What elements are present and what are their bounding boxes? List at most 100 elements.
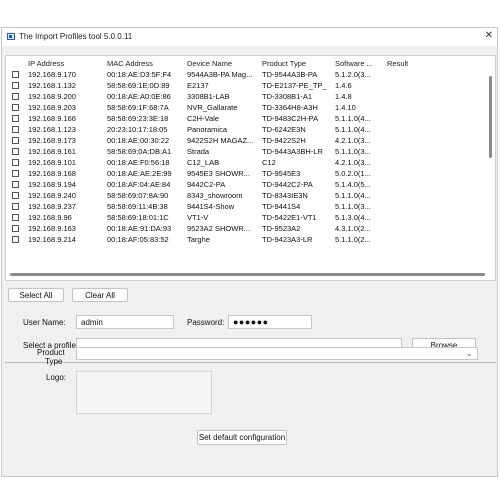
clear-all-button[interactable]: Clear All: [72, 288, 128, 302]
product-type-cell: TD-9483C2H-PA: [262, 114, 319, 123]
software-version-cell: 1.4.6: [335, 81, 352, 90]
device-name-cell: 9442C2-PA: [187, 180, 226, 189]
row-checkbox[interactable]: [12, 159, 19, 166]
device-name-cell: E2137: [187, 81, 209, 90]
table-row[interactable]: 192.168.9.166 58:58:69:23:3E:18 C2H-Vale TD…: [6, 113, 495, 124]
row-checkbox[interactable]: [12, 236, 19, 243]
software-version-cell: 4.2.1.0(3...: [335, 158, 371, 167]
table-row[interactable]: 192.168.9.96 58:58:69:18:01:1C VT1-V TD-542…: [6, 212, 495, 223]
software-version-cell: 5.1.1.0(4...: [335, 114, 371, 123]
mac-address-cell: 00:18:AE:A0:0E:86: [107, 92, 171, 101]
table-row[interactable]: 192.168.9.161 58:58:69:0A:DB:A1 Strada TD-9…: [6, 146, 495, 157]
ip-address-cell: 192.168.9.237: [28, 202, 76, 211]
row-checkbox[interactable]: [12, 137, 19, 144]
product-type-select[interactable]: ⌄: [76, 347, 478, 360]
table-row[interactable]: 192.168.9.101 00:18:AE:F0:56:18 C12_LAB C12…: [6, 157, 495, 168]
chevron-down-icon[interactable]: ⌄: [465, 348, 473, 359]
user-name-input[interactable]: admin: [76, 315, 174, 329]
table-row[interactable]: 192.168.9.237 58:58:69:11:4B:38 9441S4-Sho…: [6, 201, 495, 212]
ip-address-cell: 192.168.9.166: [28, 114, 76, 123]
set-default-configuration-button[interactable]: Set default configuration: [197, 430, 287, 445]
device-name-cell: 9523A2 SHOWR...: [187, 224, 250, 233]
software-version-cell: 4.2.1.0(3...: [335, 136, 371, 145]
software-version-cell: 5.1.1.0(4...: [335, 191, 371, 200]
row-checkbox[interactable]: [12, 225, 19, 232]
row-checkbox[interactable]: [12, 192, 19, 199]
row-checkbox[interactable]: [12, 214, 19, 221]
table-row[interactable]: 192.168.9.170 00:18:AE:D3:5F:F4 9544A3B-PA…: [6, 69, 495, 80]
device-name-cell: Strada: [187, 147, 210, 156]
row-checkbox[interactable]: [12, 93, 19, 100]
select-all-button[interactable]: Select All: [8, 288, 64, 302]
column-header-software[interactable]: Software ...: [335, 59, 373, 68]
column-header-result[interactable]: Result: [387, 59, 408, 68]
table-row[interactable]: 192.168.9.203 58:58:69:1F:68:7A NVR_Gallar…: [6, 102, 495, 113]
table-row[interactable]: 192.168.1.132 58:58:69:1E:0D:89 E2137 TD-E2…: [6, 80, 495, 91]
device-name-cell: 3308B1-LAB: [187, 92, 230, 101]
logo-preview[interactable]: [76, 371, 212, 414]
table-row[interactable]: 192.168.9.200 00:18:AE:A0:0E:86 3308B1-LAB…: [6, 91, 495, 102]
vertical-scrollbar[interactable]: [489, 70, 493, 270]
mac-address-cell: 00:18:AE:D3:5F:F4: [107, 70, 172, 79]
product-type-cell: TD-9544A3B-PA: [262, 70, 318, 79]
mac-address-cell: 58:58:69:07:8A:90: [107, 191, 169, 200]
password-input[interactable]: ●●●●●●: [228, 315, 312, 329]
product-type-cell: TD-9545E3: [262, 169, 301, 178]
vertical-scrollbar-thumb[interactable]: [489, 76, 492, 158]
row-checkbox[interactable]: [12, 170, 19, 177]
product-type-cell: TD-3364H8-A3H: [262, 103, 318, 112]
product-type-cell: TD-9423A3-LR: [262, 235, 313, 244]
product-type-cell: TD-E2137-PE_TP_: [262, 81, 327, 90]
table-row[interactable]: 192.168.9.240 58:58:69:07:8A:90 8343_showr…: [6, 190, 495, 201]
table-row[interactable]: 192.168.9.173 00:18:AE:00:30:22 9422S2H MA…: [6, 135, 495, 146]
row-checkbox[interactable]: [12, 181, 19, 188]
column-header-ip[interactable]: IP Address: [28, 59, 64, 68]
mac-address-cell: 00:18:AF:05:83:52: [107, 235, 169, 244]
mac-address-cell: 00:18:AE:AE:2E:99: [107, 169, 172, 178]
row-checkbox[interactable]: [12, 115, 19, 122]
row-checkbox[interactable]: [12, 203, 19, 210]
column-header-mac[interactable]: MAC Address: [107, 59, 153, 68]
device-list[interactable]: IP Address MAC Address Device Name Produ…: [5, 55, 496, 281]
software-version-cell: 5.1.2.0(3...: [335, 70, 371, 79]
mac-address-cell: 58:58:69:23:3E:18: [107, 114, 169, 123]
product-type-cell: TD-9443A3BH-LR: [262, 147, 323, 156]
ip-address-cell: 192.168.9.161: [28, 147, 76, 156]
mac-address-cell: 20:23:10:17:18:05: [107, 125, 168, 134]
row-checkbox[interactable]: [12, 82, 19, 89]
ip-address-cell: 192.168.9.170: [28, 70, 76, 79]
ip-address-cell: 192.168.9.168: [28, 169, 76, 178]
device-name-cell: Targhe: [187, 235, 210, 244]
product-type-cell: TD-9422S2H: [262, 136, 306, 145]
close-icon[interactable]: ✕: [485, 30, 493, 41]
table-row[interactable]: 192.168.9.163 00:18:AE:91:DA:93 9523A2 SHO…: [6, 223, 495, 234]
column-header-product-type[interactable]: Product Type: [262, 59, 306, 68]
ip-address-cell: 192.168.1.132: [28, 81, 76, 90]
device-name-cell: 9545E3 SHOWR...: [187, 169, 250, 178]
table-row[interactable]: 192.168.9.214 00:18:AF:05:83:52 Targhe TD-9…: [6, 234, 495, 245]
row-checkbox[interactable]: [12, 71, 19, 78]
software-version-cell: 1.4.8: [335, 92, 352, 101]
column-header-device-name[interactable]: Device Name: [187, 59, 232, 68]
device-name-cell: 9422S2H MAGAZ...: [187, 136, 254, 145]
software-version-cell: 5.1.1.0(3...: [335, 147, 371, 156]
product-type-cell: C12: [262, 158, 276, 167]
table-row[interactable]: 192.168.9.194 00:18:AF:04:AE:84 9442C2-PA T…: [6, 179, 495, 190]
ip-address-cell: 192.168.9.96: [28, 213, 72, 222]
product-type-label-line2: Type: [45, 357, 63, 366]
row-checkbox[interactable]: [12, 104, 19, 111]
ip-address-cell: 192.168.9.203: [28, 103, 76, 112]
device-name-cell: 9544A3B-PA Mag...: [187, 70, 253, 79]
horizontal-scrollbar-thumb[interactable]: [10, 273, 485, 276]
device-name-cell: VT1-V: [187, 213, 209, 222]
mac-address-cell: 58:58:69:18:01:1C: [107, 213, 169, 222]
mac-address-cell: 58:58:69:0A:DB:A1: [107, 147, 172, 156]
software-version-cell: 5.0.2.0(1...: [335, 169, 371, 178]
table-row[interactable]: 192.168.9.168 00:18:AE:AE:2E:99 9545E3 SHO…: [6, 168, 495, 179]
table-row[interactable]: 192.168.1.123 20:23:10:17:18:05 Panoramica…: [6, 124, 495, 135]
ip-address-cell: 192.168.9.194: [28, 180, 76, 189]
horizontal-scrollbar[interactable]: [10, 273, 485, 277]
row-checkbox[interactable]: [12, 126, 19, 133]
software-version-cell: 5.1.1.0(4...: [335, 125, 371, 134]
row-checkbox[interactable]: [12, 148, 19, 155]
